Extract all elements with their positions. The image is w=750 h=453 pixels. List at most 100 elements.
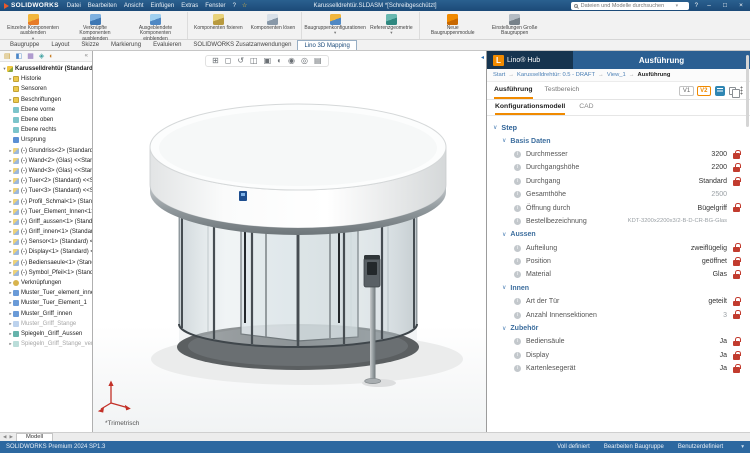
menu-item[interactable]: Einfügen bbox=[151, 3, 175, 9]
view-tool-icon[interactable] bbox=[225, 57, 232, 65]
config-param-row[interactable]: Position geöffnet bbox=[487, 255, 750, 268]
lino-subtab[interactable]: Konfigurationsmodell bbox=[495, 100, 565, 115]
ribbon-button[interactable]: Referenzgeometrie bbox=[366, 12, 420, 39]
breadcrumb-item[interactable]: Ausführung bbox=[638, 72, 674, 78]
feature-tree-item[interactable]: ▸ (-) Griff_aussen<1> (Standard) <<Stand… bbox=[0, 217, 92, 227]
panel-tab-icon[interactable] bbox=[27, 53, 34, 60]
graphics-area[interactable]: *Trimetrisch bbox=[93, 51, 486, 432]
command-tab[interactable]: Baugruppe bbox=[4, 40, 45, 50]
ribbon-button[interactable]: Einstellungen Große Baugruppen bbox=[484, 12, 546, 39]
config-param-row[interactable]: Material Glas bbox=[487, 268, 750, 281]
tab-scroll-right-icon[interactable]: ▶ bbox=[9, 434, 12, 440]
info-icon[interactable] bbox=[514, 258, 521, 265]
lino-tool-icon[interactable] bbox=[729, 87, 736, 95]
feature-tree-item[interactable]: ▸ (-) Display<1> (Standard) <<Standard>_… bbox=[0, 247, 92, 257]
info-icon[interactable] bbox=[514, 191, 521, 198]
command-tab[interactable]: Lino 3D Mapping bbox=[297, 40, 356, 50]
info-icon[interactable] bbox=[514, 205, 521, 212]
ribbon-button[interactable]: Einzelne Komponenten ausblenden bbox=[2, 12, 64, 39]
breadcrumb-item[interactable]: View_1 → bbox=[607, 72, 635, 78]
config-param-row[interactable]: Durchmesser 3200 bbox=[487, 148, 750, 161]
config-param-row[interactable]: Öffnung durch Bügelgriff bbox=[487, 201, 750, 214]
config-param-row[interactable]: Bediensäule Ja bbox=[487, 335, 750, 348]
chevron-down-icon[interactable] bbox=[334, 31, 336, 36]
ribbon-button[interactable]: Neue Baugruppenmodule bbox=[422, 12, 484, 39]
menu-item[interactable]: ? bbox=[233, 3, 236, 9]
lino-tab[interactable]: Testbereich bbox=[545, 82, 580, 99]
maximize-button[interactable]: □ bbox=[720, 2, 730, 9]
menu-item[interactable]: Datei bbox=[67, 3, 81, 9]
menu-item[interactable]: Ansicht bbox=[124, 3, 144, 9]
info-icon[interactable] bbox=[514, 245, 521, 252]
menu-item[interactable]: Extras bbox=[181, 3, 198, 9]
feature-tree-item[interactable]: ▾ Karusselldrehtür (Standard) <Anzeigest… bbox=[0, 64, 92, 74]
ribbon-button[interactable]: Baugruppenkonfigurationen bbox=[304, 12, 366, 39]
chevron-down-icon[interactable] bbox=[493, 125, 497, 131]
panel-tab-icon[interactable] bbox=[4, 53, 11, 60]
feature-tree-item[interactable]: ▸ Historie bbox=[0, 74, 92, 84]
feature-tree-item[interactable]: ▸ (-) Tuer<3> (Standard) <<Standard>_Anz… bbox=[0, 186, 92, 196]
version-button[interactable]: V2 bbox=[697, 86, 711, 96]
view-tool-icon[interactable] bbox=[237, 57, 244, 65]
view-tool-icon[interactable] bbox=[301, 57, 308, 65]
config-param-row[interactable]: Bestellbezeichnung KDT-3200x2200x3/2-B-D… bbox=[487, 215, 750, 228]
config-param-row[interactable]: Aufteilung zweiflügelig bbox=[487, 242, 750, 255]
feature-tree-item[interactable]: ▸ (-) Bediensaeule<1> (Standard) <<Stand… bbox=[0, 258, 92, 268]
menu-item[interactable]: Bearbeiten bbox=[88, 3, 117, 9]
config-param-row[interactable]: Display Ja bbox=[487, 349, 750, 362]
info-icon[interactable] bbox=[514, 298, 521, 305]
view-tool-icon[interactable] bbox=[264, 57, 272, 65]
chevron-down-icon[interactable] bbox=[502, 285, 506, 291]
config-param-row[interactable]: Durchgangshöhe 2200 bbox=[487, 161, 750, 174]
feature-tree-item[interactable]: ▸ (-) Profil_Schmal<1> (Standard) <<Stan… bbox=[0, 196, 92, 206]
lino-subtab[interactable]: CAD bbox=[579, 100, 593, 115]
view-tool-icon[interactable] bbox=[212, 57, 219, 65]
breadcrumb-label[interactable]: Karusselldrehtür: 0.5 - DRAFT bbox=[517, 72, 595, 78]
ribbon-button[interactable]: Komponenten fixieren bbox=[190, 12, 247, 39]
feature-tree-item[interactable]: ▸ (-) Symbol_Pfeil<1> (Standard) <<Stand… bbox=[0, 268, 92, 278]
config-param-row[interactable]: Anzahl Innensektionen 3 bbox=[487, 308, 750, 321]
info-icon[interactable] bbox=[514, 218, 521, 225]
feature-tree-item[interactable]: ▸ Verknüpfungen bbox=[0, 278, 92, 288]
panel-tab-icon[interactable] bbox=[49, 53, 53, 60]
taskpane-collapse-button[interactable] bbox=[481, 54, 484, 61]
version-button[interactable]: V1 bbox=[679, 86, 693, 96]
feature-tree-item[interactable]: ▸ (-) Tuer<2> (Standard) <<Standard>_Anz… bbox=[0, 176, 92, 186]
model-tab[interactable]: Modell bbox=[16, 433, 53, 441]
breadcrumb-item[interactable]: Karusselldrehtür: 0.5 - DRAFT → bbox=[517, 72, 604, 78]
breadcrumb-label[interactable]: Start bbox=[493, 72, 505, 78]
feature-tree-item[interactable]: ▸ (-) Grundriss<2> (Standard) <<Standard… bbox=[0, 146, 92, 156]
info-icon[interactable] bbox=[514, 338, 521, 345]
feature-tree-item[interactable]: Ebene oben bbox=[0, 115, 92, 125]
config-param-row[interactable]: Kartenlesegerät Ja bbox=[487, 362, 750, 375]
info-icon[interactable] bbox=[514, 151, 521, 158]
command-tab[interactable]: SOLIDWORKS Zusatzanwendungen bbox=[187, 40, 297, 50]
info-icon[interactable] bbox=[514, 164, 521, 171]
info-icon[interactable] bbox=[514, 178, 521, 185]
menu-item[interactable]: Fenster bbox=[205, 3, 225, 9]
panel-tab-icon[interactable] bbox=[16, 53, 23, 60]
ribbon-button[interactable]: Ausgeblendete Komponenten einblenden bbox=[126, 12, 188, 39]
feature-tree-item[interactable]: ▸ Muster_Griff_innen bbox=[0, 309, 92, 319]
feature-tree-item[interactable]: ▸ Muster_Tuer_element_innen bbox=[0, 288, 92, 298]
minimize-button[interactable]: – bbox=[704, 2, 714, 9]
search-box[interactable] bbox=[571, 2, 689, 10]
panel-collapse-icon[interactable]: « bbox=[85, 53, 88, 59]
feature-tree-item[interactable]: ▸ (-) Wand<3> (Glas) <<Standard>_Anzeige… bbox=[0, 166, 92, 176]
chevron-down-icon[interactable] bbox=[502, 232, 506, 238]
config-param-row[interactable]: Innen bbox=[487, 282, 750, 295]
info-icon[interactable] bbox=[514, 312, 521, 319]
help-icon[interactable]: ? bbox=[695, 3, 698, 9]
feature-tree-item[interactable]: ▸ Beschriftungen bbox=[0, 95, 92, 105]
config-param-row[interactable]: Basis Daten bbox=[487, 134, 750, 147]
feature-tree-item[interactable]: ▸ (-) Tuer_Element_Innen<1> (Standard) <… bbox=[0, 207, 92, 217]
view-tool-icon[interactable] bbox=[314, 57, 322, 65]
config-param-row[interactable]: Gesamthöhe 2500 bbox=[487, 188, 750, 201]
chevron-down-icon[interactable] bbox=[502, 326, 506, 332]
info-icon[interactable] bbox=[514, 271, 521, 278]
feature-tree-item[interactable]: Ursprung bbox=[0, 135, 92, 145]
config-param-row[interactable]: Zubehör bbox=[487, 322, 750, 335]
feature-tree-item[interactable]: Ebene rechts bbox=[0, 125, 92, 135]
feature-tree-item[interactable]: Sensoren bbox=[0, 84, 92, 94]
config-param-row[interactable]: Step bbox=[487, 121, 750, 134]
